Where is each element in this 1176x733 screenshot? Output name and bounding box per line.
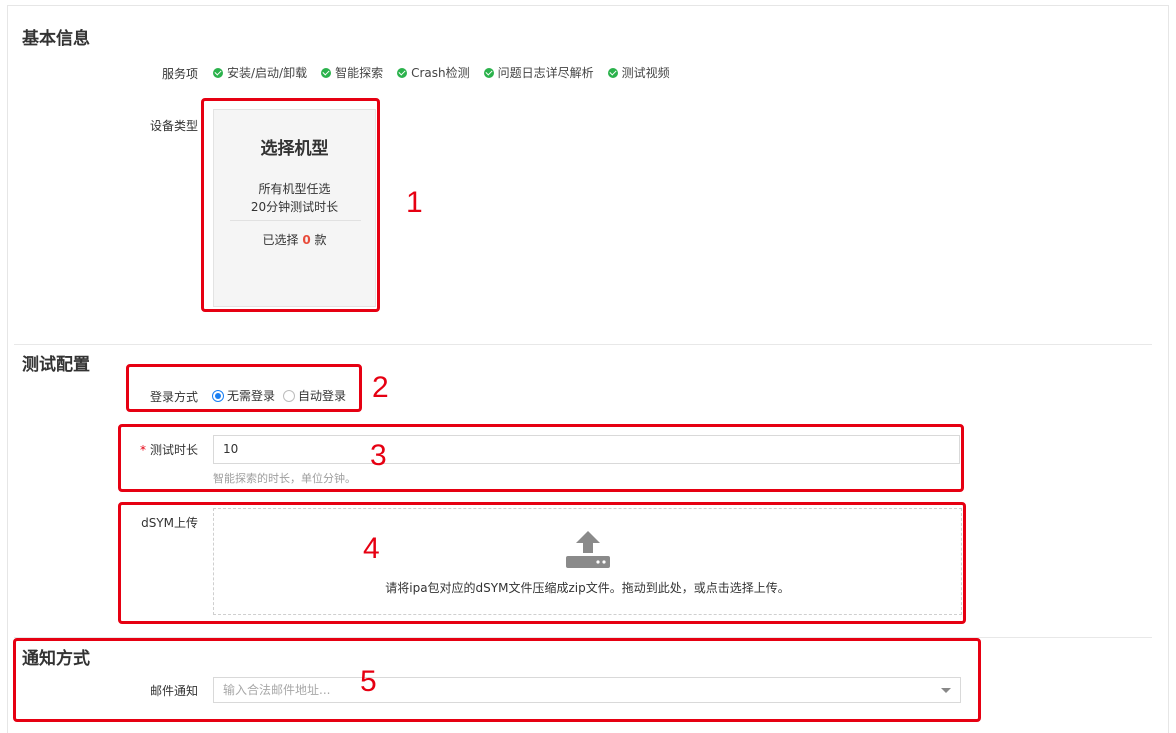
section-title-basic-info: 基本信息	[22, 29, 90, 49]
service-item-crash: Crash检测	[397, 64, 470, 81]
service-item-label: Crash检测	[411, 66, 470, 80]
annotation-box-3	[118, 424, 964, 492]
service-item-label: 问题日志详尽解析	[497, 66, 594, 80]
service-list: 安装/启动/卸载 智能探索 Crash检测 问题日志详尽解析 测试视频	[213, 64, 684, 81]
check-circle-icon	[213, 67, 223, 78]
check-circle-icon	[483, 67, 494, 78]
section-divider	[14, 344, 1152, 345]
service-item-log: 问题日志详尽解析	[483, 64, 594, 81]
service-item-label: 测试视频	[621, 66, 670, 80]
check-circle-icon	[607, 67, 618, 78]
annotation-number-4: 4	[363, 532, 380, 565]
annotation-number-5: 5	[360, 665, 377, 698]
annotation-box-2	[126, 364, 362, 412]
check-circle-icon	[397, 67, 408, 78]
services-label: 服务项	[161, 67, 198, 81]
service-item-install: 安装/启动/卸载	[213, 64, 307, 81]
annotation-box-5	[13, 638, 981, 722]
page: 基本信息 服务项 安装/启动/卸载 智能探索 Crash检测 问题日志详尽解析 …	[0, 0, 1176, 733]
annotation-number-2: 2	[372, 371, 389, 404]
service-item-label: 智能探索	[335, 66, 384, 80]
annotation-box-4	[118, 502, 966, 624]
check-circle-icon	[321, 67, 332, 78]
service-item-label: 安装/启动/卸载	[227, 66, 308, 80]
service-item-smart-explore: 智能探索	[321, 64, 383, 81]
device-type-label: 设备类型	[149, 119, 198, 133]
section-title-test-config: 测试配置	[22, 355, 90, 375]
annotation-number-3: 3	[370, 439, 387, 472]
annotation-box-1	[201, 98, 380, 312]
annotation-number-1: 1	[406, 186, 423, 219]
service-item-video: 测试视频	[607, 64, 670, 81]
